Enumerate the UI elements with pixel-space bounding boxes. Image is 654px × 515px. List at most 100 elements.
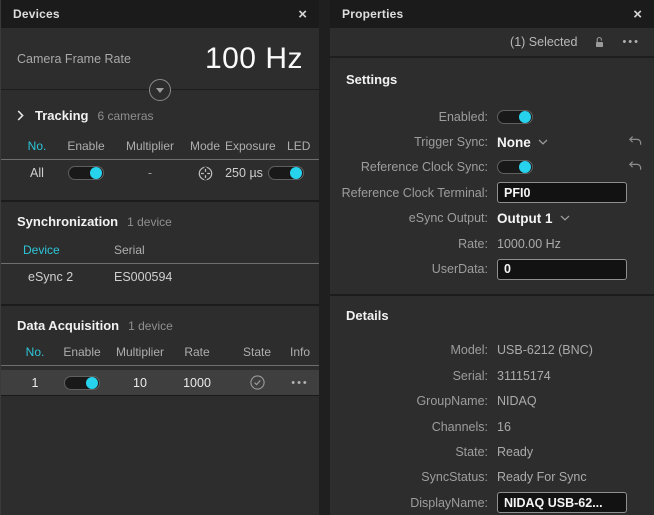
devices-titlebar[interactable]: Devices × [1,0,319,28]
channels-control: 16 [497,420,640,434]
esync-output-dropdown-value[interactable]: Output 1 [497,211,553,226]
tracking-led-toggle[interactable] [263,166,309,180]
tracking-section-heading[interactable]: Tracking 6 cameras [1,108,319,123]
settings-rows: Enabled:Trigger Sync:None Reference Clock… [330,104,654,282]
details-row-groupname: GroupName: NIDAQ [330,389,654,414]
serial-label: Serial: [330,369,488,383]
model-label: Model: [330,343,488,357]
col-multiplier: Multiplier [115,139,185,153]
sync-device-serial: ES000594 [114,270,309,284]
camera-mode-icon[interactable] [185,165,225,182]
details-row-model: Model: USB-6212 (BNC) [330,338,654,363]
state-value: Ready [497,445,533,459]
groupname-label: GroupName: [330,394,488,408]
da-row-1[interactable]: 1 10 1000 ••• [1,370,319,396]
tracking-row-no: All [17,166,57,180]
chevron-right-icon[interactable] [17,110,24,121]
groupname-control: NIDAQ [497,394,640,408]
properties-titlebar[interactable]: Properties × [330,0,654,28]
col-no: No. [17,139,57,153]
details-heading: Details [330,308,654,326]
rate-control: 1000.00 Hz [497,237,640,251]
col-led: LED [276,139,322,153]
col-device: Device [23,243,114,257]
userdata-input[interactable] [497,259,627,280]
col-state: State [225,345,289,359]
tracking-multiplier-value: - [115,166,185,180]
trigger-sync-revert-icon[interactable] [628,135,642,147]
settings-heading: Settings [330,72,654,90]
unlock-icon[interactable] [593,36,606,49]
state-control: Ready [497,445,640,459]
displayname-input[interactable] [497,492,627,513]
tracking-row-all[interactable]: All - 250 µs [1,160,319,186]
channels-label: Channels: [330,420,488,434]
synchronization-title: Synchronization [17,214,118,229]
serial-value: 31115174 [497,369,551,383]
selection-count: (1) Selected [510,35,577,49]
details-row-syncstatus: SyncStatus: Ready For Sync [330,465,654,490]
properties-panel: Properties × (1) Selected ••• Settings E… [330,0,654,515]
groupname-value: NIDAQ [497,394,537,408]
row-menu-icon[interactable]: ••• [289,377,311,389]
details-row-state: State: Ready [330,439,654,464]
details-row-serial: Serial: 31115174 [330,363,654,388]
da-multiplier-value[interactable]: 10 [111,376,169,390]
sync-row-esync2[interactable]: eSync 2 ES000594 [1,264,319,290]
synchronization-section-heading: Synchronization 1 device [1,214,319,229]
col-exposure: Exposure [225,139,276,153]
channels-value: 16 [497,420,511,434]
synchronization-count: 1 device [127,215,172,229]
tracking-exposure-value[interactable]: 250 µs [225,166,263,180]
camera-frame-rate-label: Camera Frame Rate [17,52,131,66]
serial-control: 31115174 [497,369,640,383]
section-divider [1,304,319,306]
syncstatus-value: Ready For Sync [497,470,587,484]
reference-clock-terminal-input[interactable] [497,182,627,203]
details-rows: Model: USB-6212 (BNC) Serial: 31115174 Group… [330,338,654,515]
menu-icon[interactable]: ••• [622,36,640,48]
reference-clock-sync-revert-icon[interactable] [628,160,642,172]
sync-table-header: Device Serial [1,243,319,264]
col-multiplier: Multiplier [111,345,169,359]
model-control: USB-6212 (BNC) [497,343,640,357]
enabled-control [497,110,640,124]
chevron-down-icon[interactable] [560,215,570,221]
camera-frame-rate-value[interactable]: 100 Hz [205,42,303,76]
expand-frame-rate-button[interactable] [149,79,171,101]
trigger-sync-control: None [497,135,640,150]
state-label: State: [330,445,488,459]
col-enable: Enable [53,345,111,359]
settings-row-trigger-sync: Trigger Sync:None [330,129,654,154]
userdata-control [497,259,640,280]
devices-panel: Devices × Camera Frame Rate 100 Hz Track… [0,0,319,515]
da-table-header: No. Enable Multiplier Rate State Info [1,345,319,366]
state-ok-icon [225,374,289,391]
tracking-table-header: No. Enable Multiplier Mode Exposure LED [1,139,319,160]
rate-value: 1000.00 Hz [497,237,561,251]
close-icon[interactable]: × [298,7,307,22]
tracking-title: Tracking [35,108,88,123]
esync-output-control: Output 1 [497,211,640,226]
chevron-down-icon[interactable] [538,139,548,145]
esync-output-label: eSync Output: [330,211,488,225]
settings-row-userdata: UserData: [330,256,654,281]
reference-clock-sync-toggle[interactable] [497,160,533,174]
model-value: USB-6212 (BNC) [497,343,593,357]
da-row-no: 1 [17,376,53,390]
syncstatus-label: SyncStatus: [330,470,488,484]
userdata-label: UserData: [330,262,488,276]
settings-row-rate: Rate:1000.00 Hz [330,231,654,256]
da-enable-toggle[interactable] [53,376,111,390]
close-icon[interactable]: × [633,7,642,22]
da-rate-value[interactable]: 1000 [169,376,225,390]
tracking-count: 6 cameras [97,109,153,123]
settings-row-enabled: Enabled: [330,104,654,129]
section-divider [330,294,654,296]
trigger-sync-dropdown-value[interactable]: None [497,135,531,150]
reference-clock-terminal-label: Reference Clock Terminal: [330,186,488,200]
displayname-control [497,492,640,513]
col-serial: Serial [114,243,309,257]
tracking-enable-toggle[interactable] [57,166,115,180]
enabled-toggle[interactable] [497,110,533,124]
